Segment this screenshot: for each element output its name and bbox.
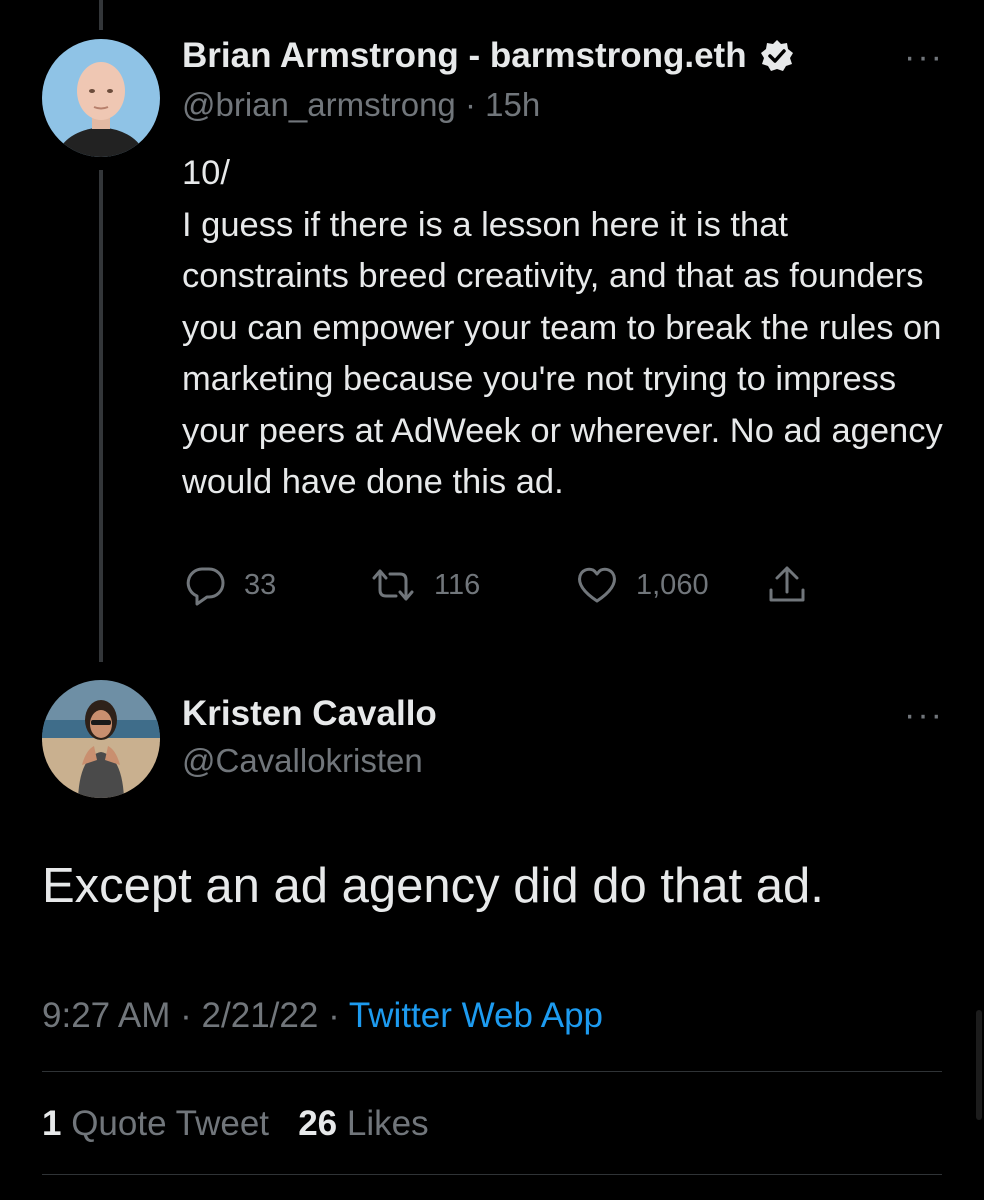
reply-icon	[182, 562, 228, 608]
likes-label: Likes	[346, 1104, 429, 1143]
likes-stat[interactable]: 26 Likes	[298, 1104, 428, 1143]
verified-badge-icon	[759, 38, 795, 74]
tweet2-more-icon[interactable]: ···	[904, 696, 944, 735]
quote-label: Quote Tweet	[71, 1104, 270, 1143]
tweet1-header: Brian Armstrong - barmstrong.eth	[182, 36, 795, 76]
tweet2-separator: ·	[180, 996, 192, 1035]
tweet1-separator: ·	[464, 86, 476, 123]
quote-tweets-stat[interactable]: 1 Quote Tweet	[42, 1104, 279, 1143]
divider-top	[42, 1071, 942, 1072]
tweet1-body: 10/ I guess if there is a lesson here it…	[182, 154, 943, 501]
tweet2-source-link[interactable]: Twitter Web App	[349, 996, 603, 1035]
quote-count: 1	[42, 1104, 62, 1143]
share-button[interactable]	[764, 562, 810, 608]
tweet2-separator-2: ·	[328, 996, 340, 1035]
avatar-kristen-cavallo[interactable]	[42, 680, 160, 798]
tweet2-date[interactable]: 2/21/22	[202, 996, 319, 1035]
retweet-count: 116	[434, 568, 481, 601]
divider-bottom	[42, 1174, 942, 1175]
tweet2-handle[interactable]: @Cavallokristen	[182, 742, 423, 780]
tweet1-author-name[interactable]: Brian Armstrong - barmstrong.eth	[182, 36, 747, 76]
thread-connector-top	[99, 0, 103, 30]
tweet1-handle[interactable]: @brian_armstrong	[182, 86, 456, 123]
reply-count: 33	[244, 568, 277, 601]
tweet2-body: Except an ad agency did do that ad.	[42, 859, 824, 913]
tweet2-stats: 1 Quote Tweet 26 Likes	[42, 1104, 429, 1144]
heart-icon	[574, 562, 620, 608]
like-button[interactable]: 1,060	[574, 562, 709, 608]
thread-connector	[99, 170, 103, 662]
reply-button[interactable]: 33	[182, 562, 276, 608]
tweet2-time[interactable]: 9:27 AM	[42, 996, 170, 1035]
likes-count: 26	[298, 1104, 338, 1143]
tweet1-actions: 33 116 1,060	[182, 562, 832, 612]
like-count: 1,060	[636, 568, 709, 601]
retweet-icon	[368, 562, 418, 608]
retweet-button[interactable]: 116	[368, 562, 480, 608]
tweet2-meta: 9:27 AM · 2/21/22 · Twitter Web App	[42, 996, 603, 1036]
tweet1-handle-line: @brian_armstrong · 15h	[182, 86, 540, 124]
scrollbar[interactable]	[976, 1010, 982, 1120]
share-icon	[764, 562, 810, 608]
tweet2-header: Kristen Cavallo	[182, 694, 437, 734]
tweet1-time[interactable]: 15h	[485, 86, 540, 123]
tweet2-author-name[interactable]: Kristen Cavallo	[182, 694, 437, 734]
tweet1-more-icon[interactable]: ···	[904, 38, 944, 77]
avatar-brian-armstrong[interactable]	[42, 39, 160, 157]
